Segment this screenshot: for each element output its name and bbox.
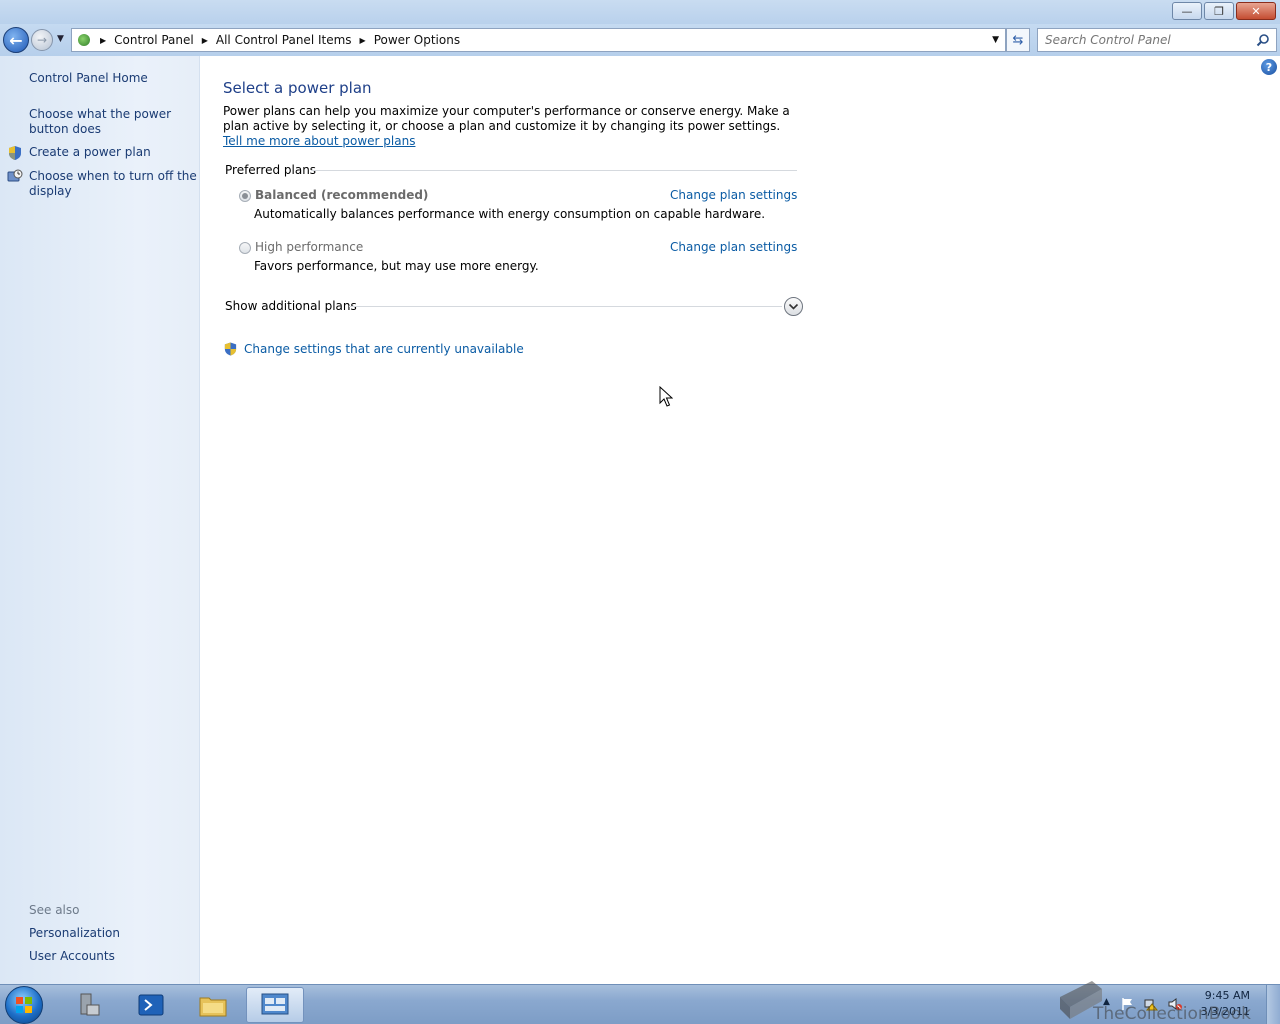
balanced-plan-name[interactable]: Balanced (recommended)	[255, 188, 428, 202]
forward-button[interactable]: →	[31, 29, 53, 51]
divider	[311, 170, 797, 171]
powershell-icon	[138, 994, 164, 1016]
breadcrumb-control-panel[interactable]: Control Panel	[114, 33, 194, 47]
change-unavailable-settings-link[interactable]: Change settings that are currently unava…	[244, 342, 524, 356]
expand-additional-plans-button[interactable]	[784, 297, 803, 316]
search-icon[interactable]	[1256, 33, 1270, 47]
server-manager-icon	[80, 993, 100, 1016]
power-button-link[interactable]: Choose what the power button does	[29, 107, 197, 137]
control-panel-window-icon	[261, 993, 289, 1015]
address-row: ← → ▼ ▶ Control Panel ▶ All Control Pane…	[0, 24, 1280, 56]
high-performance-plan-desc: Favors performance, but may use more ene…	[254, 259, 539, 273]
show-desktop-button[interactable]	[1266, 985, 1280, 1024]
high-performance-radio[interactable]	[239, 242, 251, 254]
see-also-label: See also	[29, 903, 80, 917]
balanced-plan-desc: Automatically balances performance with …	[254, 207, 766, 221]
control-panel-icon	[76, 32, 94, 48]
monitor-clock-icon	[7, 169, 23, 182]
windows-logo-icon	[16, 997, 32, 1013]
folder-icon	[199, 997, 227, 1017]
recent-pages-dropdown[interactable]: ▼	[57, 34, 64, 44]
taskbar-explorer[interactable]	[184, 987, 242, 1023]
task-pane: Control Panel Home Choose what the power…	[0, 56, 200, 984]
breadcrumb-power-options[interactable]: Power Options	[374, 33, 460, 47]
preferred-plans-label: Preferred plans	[225, 163, 317, 177]
taskbar: ▲ 9:45 AM 3/3/2011	[0, 981, 1280, 1024]
close-button[interactable]: ✕	[1236, 2, 1276, 20]
taskbar-powershell[interactable]	[122, 987, 180, 1023]
mouse-cursor-icon	[659, 386, 673, 407]
intro-text: Power plans can help you maximize your c…	[223, 104, 803, 149]
search-input[interactable]	[1038, 33, 1248, 47]
refresh-button[interactable]: ⇆	[1006, 28, 1030, 52]
shield-icon	[224, 342, 237, 356]
arrow-left-icon: ←	[9, 30, 23, 50]
show-additional-plans-label[interactable]: Show additional plans	[225, 299, 357, 313]
shield-icon	[9, 146, 21, 160]
chevron-right-icon[interactable]: ▶	[100, 36, 106, 45]
start-button[interactable]	[5, 986, 43, 1024]
tell-me-more-link[interactable]: Tell me more about power plans	[223, 134, 415, 148]
balanced-change-settings-link[interactable]: Change plan settings	[670, 188, 797, 202]
breadcrumb-all-items[interactable]: All Control Panel Items	[216, 33, 352, 47]
refresh-icon: ⇆	[1012, 32, 1024, 48]
divider	[349, 306, 782, 307]
minimize-button[interactable]: —	[1172, 2, 1202, 20]
balanced-radio[interactable]	[239, 190, 251, 202]
chevron-right-icon[interactable]: ▶	[360, 36, 366, 45]
display-off-link[interactable]: Choose when to turn off the display	[29, 169, 197, 199]
clock-time: 9:45 AM	[1204, 989, 1250, 1002]
arrow-right-icon: →	[36, 33, 48, 47]
control-panel-home-link[interactable]: Control Panel Home	[29, 71, 197, 86]
high-performance-plan-name[interactable]: High performance	[255, 240, 363, 254]
page-title: Select a power plan	[223, 79, 372, 97]
high-performance-change-settings-link[interactable]: Change plan settings	[670, 240, 797, 254]
create-power-plan-link[interactable]: Create a power plan	[29, 145, 197, 160]
help-icon[interactable]: ?	[1261, 59, 1277, 75]
chevron-down-icon	[788, 303, 799, 310]
search-box[interactable]	[1037, 28, 1277, 52]
chevron-right-icon[interactable]: ▶	[202, 36, 208, 45]
back-button[interactable]: ←	[3, 27, 29, 53]
taskbar-server-manager[interactable]	[60, 987, 118, 1023]
personalization-link[interactable]: Personalization	[29, 926, 197, 941]
watermark-text: TheCollectionBook	[1093, 1004, 1252, 1024]
intro-body: Power plans can help you maximize your c…	[223, 104, 790, 133]
address-bar[interactable]: ▶ Control Panel ▶ All Control Panel Item…	[71, 28, 1006, 52]
window-controls: — ❐ ✕	[1170, 2, 1276, 20]
user-accounts-link[interactable]: User Accounts	[29, 949, 197, 964]
title-bar: — ❐ ✕	[0, 0, 1280, 24]
restore-button[interactable]: ❐	[1204, 2, 1234, 20]
taskbar-control-panel[interactable]	[246, 987, 304, 1023]
main-content: ? Select a power plan Power plans can he…	[201, 56, 1280, 984]
chevron-down-icon[interactable]: ▼	[992, 35, 999, 45]
